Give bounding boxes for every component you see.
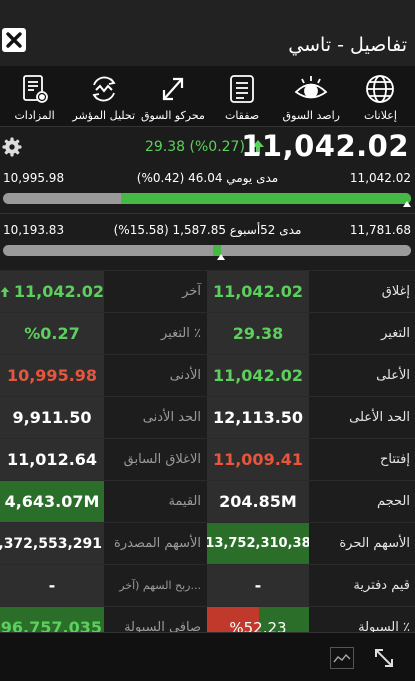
- globe-icon: [366, 75, 395, 103]
- chart-button[interactable]: [330, 647, 354, 673]
- row-value: -: [207, 565, 309, 606]
- row-label: ربح السهم (آخر...: [104, 565, 207, 606]
- toolbar-item-label: المزادات: [14, 109, 55, 122]
- row-label: الأسهم المصدرة: [104, 523, 207, 564]
- toolbar-item-announcements[interactable]: إعلانات: [346, 66, 415, 126]
- row-label: الأدنى: [104, 355, 207, 396]
- toolbar-item-market-watch[interactable]: راصد السوق: [277, 66, 346, 126]
- toolbar-item-market-movers[interactable]: محركو السوق: [138, 66, 207, 126]
- row-value: 11,009.41: [207, 439, 309, 480]
- row-label: القيمة: [104, 481, 207, 522]
- bottom-bar: [0, 632, 415, 681]
- week52-range-marker: [217, 254, 225, 260]
- fullscreen-button[interactable]: [372, 646, 396, 674]
- row-value: 204.85M: [207, 481, 309, 522]
- expand-arrows-icon: [375, 649, 393, 667]
- arrow-up-icon: [0, 286, 10, 297]
- row-label: الأعلى: [309, 355, 415, 396]
- row-label: إغلاق: [309, 271, 415, 312]
- toolbar-item-label: إعلانات: [363, 109, 397, 122]
- week52-range-bar: [3, 245, 411, 256]
- row-label: قيم دفترية: [309, 565, 415, 606]
- row-value: 4,643.07M: [0, 481, 104, 522]
- row-value: 113,752,310,386: [207, 523, 309, 564]
- divider: [0, 126, 415, 127]
- day-high: 11,042.02: [349, 171, 411, 185]
- row-label: آخر: [104, 271, 207, 312]
- toolbar: إعلانات راصد السوق صفقات محركو السوق تحل…: [0, 66, 415, 126]
- toolbar-item-label: تحليل المؤشر: [72, 109, 136, 122]
- last-value: 11,042.02: [13, 282, 104, 301]
- row-value: %0.27: [0, 313, 104, 354]
- row-label: إفتتاح: [309, 439, 415, 480]
- row-value: 52,372,553,291: [0, 523, 104, 564]
- settings-button[interactable]: [2, 137, 22, 161]
- table-row: إفتتاح 11,009.41 الاغلاق السابق 11,012.6…: [0, 438, 415, 480]
- day-range-fill: [121, 193, 411, 204]
- divider: [0, 213, 415, 214]
- close-button[interactable]: [2, 28, 26, 52]
- row-label: التغير ٪: [104, 313, 207, 354]
- day-range-bar: [3, 193, 411, 204]
- gear-icon: [2, 137, 22, 157]
- row-value: 11,042.02: [207, 355, 309, 396]
- week52-high: 11,781.68: [349, 223, 411, 237]
- row-value: -: [0, 565, 104, 606]
- toolbar-item-label: صفقات: [224, 109, 260, 122]
- toolbar-item-label: محركو السوق: [140, 109, 205, 122]
- row-value: 11,012.64: [0, 439, 104, 480]
- index-analysis-icon: [92, 76, 116, 102]
- row-label: الأسهم الحرة: [309, 523, 415, 564]
- change-value: 29.38 (%0.27): [145, 139, 245, 155]
- table-row: الأسهم الحرة 113,752,310,386 الأسهم المص…: [0, 522, 415, 564]
- row-value: 29.38: [207, 313, 309, 354]
- row-label: الحد الأعلى: [309, 397, 415, 438]
- page-title: تفاصيل - تاسي: [288, 34, 407, 56]
- toolbar-item-label: راصد السوق: [282, 109, 340, 122]
- toolbar-item-index-analysis[interactable]: تحليل المؤشر: [69, 66, 138, 126]
- row-label: التغير: [309, 313, 415, 354]
- table-row: إغلاق 11,042.02 آخر 11,042.02: [0, 270, 415, 312]
- row-label: الاغلاق السابق: [104, 439, 207, 480]
- last-price: 11,042.02: [241, 129, 409, 163]
- table-row: الحجم 204.85M القيمة 4,643.07M: [0, 480, 415, 522]
- row-value: 11,042.02: [0, 271, 104, 312]
- toolbar-item-auctions[interactable]: المزادات: [0, 66, 69, 126]
- close-icon: [6, 32, 22, 48]
- document-list-icon: [230, 75, 254, 103]
- expand-arrows-icon: [162, 77, 183, 101]
- row-value: 12,113.50: [207, 397, 309, 438]
- line-chart-icon: [330, 647, 354, 669]
- table-row: الأعلى 11,042.02 الأدنى 10,995.98: [0, 354, 415, 396]
- table-row: الحد الأعلى 12,113.50 الحد الأدنى 9,911.…: [0, 396, 415, 438]
- row-value: 10,995.98: [0, 355, 104, 396]
- table-row: قيم دفترية - ربح السهم (آخر... -: [0, 564, 415, 606]
- row-label: الحجم: [309, 481, 415, 522]
- stats-grid: إغلاق 11,042.02 آخر 11,042.02 التغير 29.…: [0, 270, 415, 648]
- table-row: التغير 29.38 التغير ٪ %0.27: [0, 312, 415, 354]
- row-value: 9,911.50: [0, 397, 104, 438]
- row-value: 11,042.02: [207, 271, 309, 312]
- day-range-marker: [403, 201, 411, 207]
- eye-icon: [294, 76, 328, 99]
- row-label: الحد الأدنى: [104, 397, 207, 438]
- auction-document-icon: [22, 75, 48, 103]
- toolbar-item-trades[interactable]: صفقات: [207, 66, 276, 126]
- header: تفاصيل - تاسي: [0, 0, 415, 66]
